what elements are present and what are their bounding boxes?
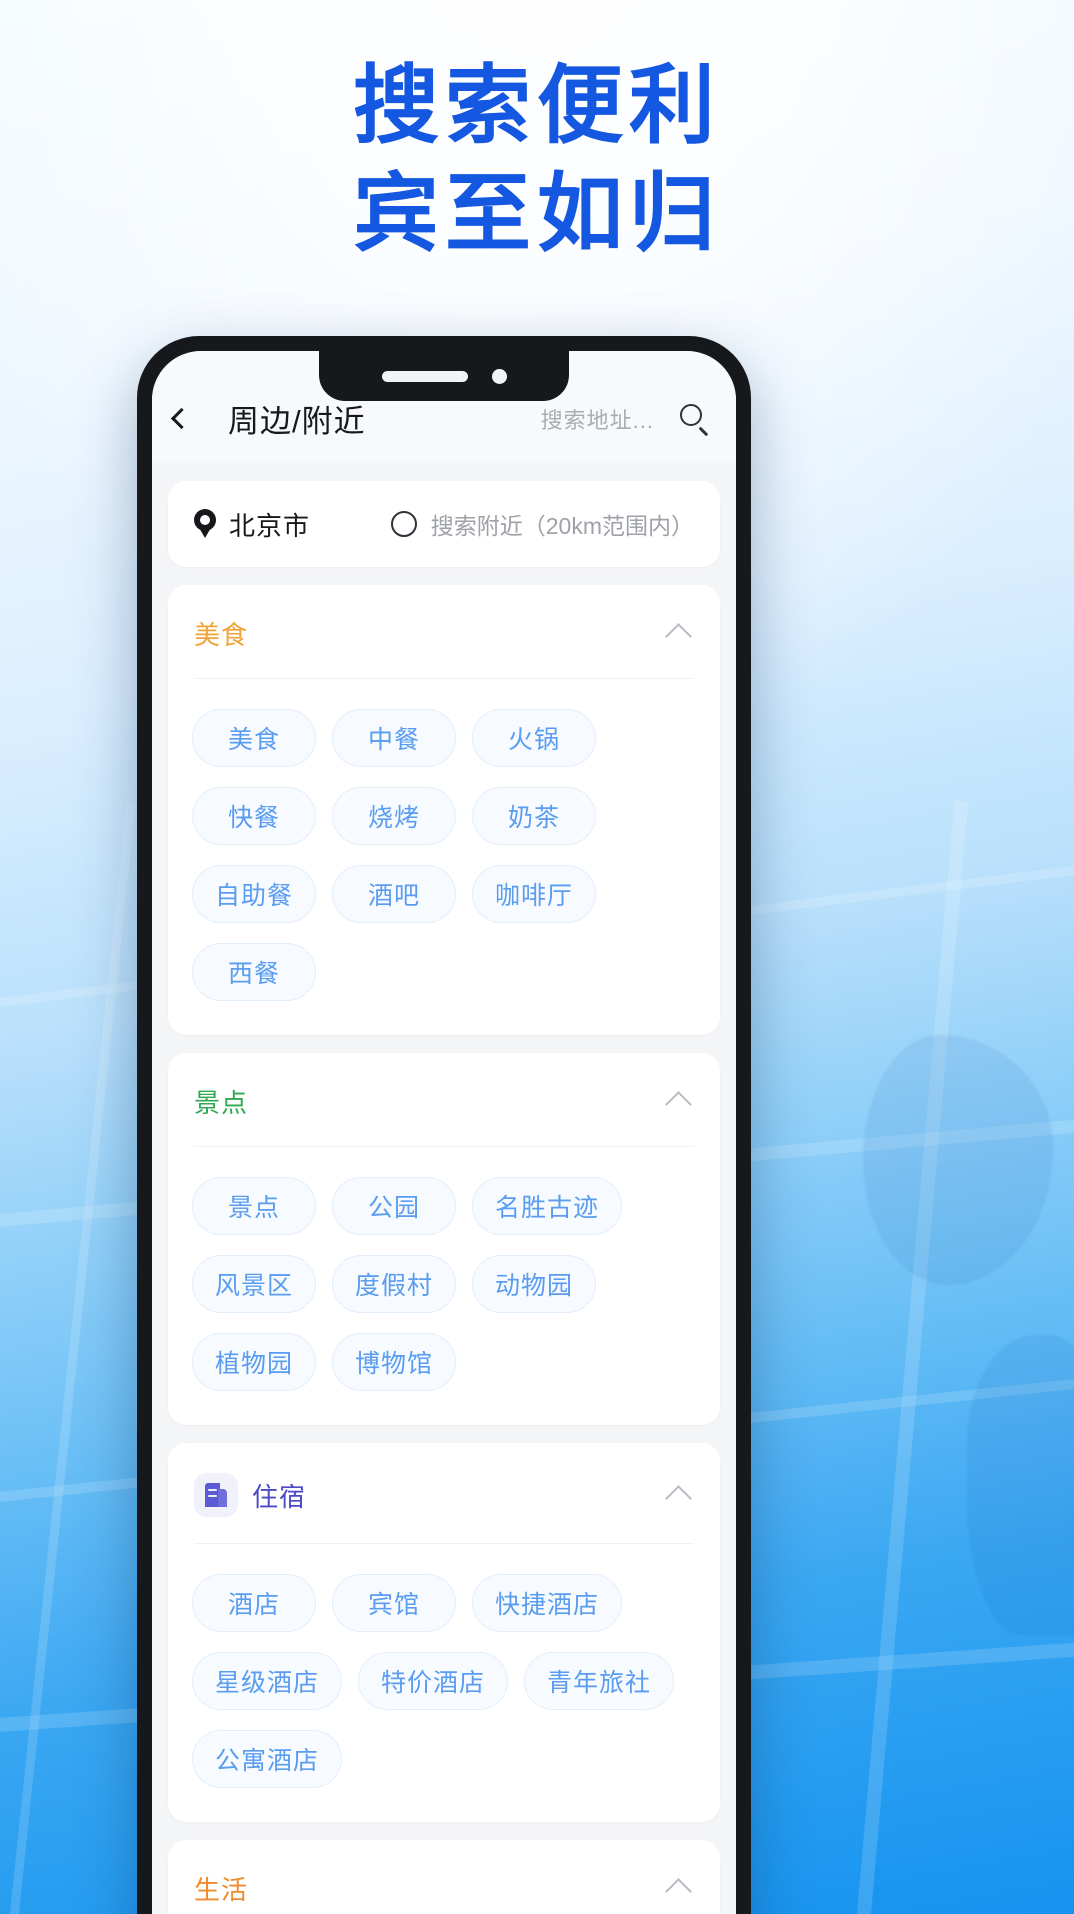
phone-screen: 周边/附近 搜索地址... 北京市 搜索附近（20km范围内） 美食 美食 中餐… — [152, 351, 736, 1914]
category-tag[interactable]: 公寓酒店 — [192, 1730, 343, 1788]
phone-notch — [319, 351, 569, 401]
search-input[interactable]: 搜索地址... — [541, 403, 654, 435]
category-header[interactable]: 美食 — [168, 585, 720, 678]
category-tag[interactable]: 青年旅社 — [524, 1652, 675, 1710]
category-tag[interactable]: 博物馆 — [332, 1333, 457, 1391]
search-icon[interactable] — [680, 403, 710, 436]
category-title: 景点 — [194, 1088, 249, 1118]
category-tag[interactable]: 酒吧 — [332, 865, 457, 923]
chevron-up-icon[interactable] — [665, 1484, 692, 1512]
category-card: 景点 景点 公园 名胜古迹 风景区 度假村 动物园 植物园 博物馆 — [168, 1053, 720, 1425]
nearby-radio[interactable] — [390, 511, 417, 537]
category-tag[interactable]: 星级酒店 — [192, 1652, 343, 1710]
hotel-icon — [194, 1473, 238, 1517]
tag-list: 美食 中餐 火锅快餐 烧烤 奶茶自助餐 酒吧 咖啡厅西餐 — [168, 679, 720, 1035]
category-tag[interactable]: 快捷酒店 — [472, 1574, 623, 1632]
chevron-left-icon — [170, 407, 193, 430]
category-tag[interactable]: 酒店 — [192, 1574, 316, 1632]
headline-line-2: 宾至如归 — [353, 166, 721, 263]
category-card: 住宿酒店 宾馆 快捷酒店星级酒店 特价酒店 青年旅社公寓酒店 — [168, 1443, 720, 1822]
category-tag[interactable]: 中餐 — [332, 709, 456, 767]
category-title: 生活 — [194, 1875, 249, 1905]
category-tag[interactable]: 度假村 — [332, 1255, 457, 1313]
phone-mockup: 周边/附近 搜索地址... 北京市 搜索附近（20km范围内） 美食 美食 中餐… — [137, 336, 751, 1914]
category-card: 生活 — [168, 1840, 720, 1914]
chevron-up-icon[interactable] — [665, 1878, 692, 1905]
category-tag[interactable]: 奶茶 — [472, 787, 596, 845]
category-sections: 美食 美食 中餐 火锅 快餐 烧烤 奶茶 自助餐 酒吧 咖啡厅 西餐 景点 景点 公园 名胜古迹 风景区 度假村… — [168, 585, 720, 1914]
category-tag[interactable]: 风景区 — [192, 1255, 317, 1313]
category-tag[interactable]: 美食 — [192, 709, 316, 767]
category-tag[interactable]: 咖啡厅 — [472, 865, 597, 923]
category-tag[interactable]: 烧烤 — [332, 787, 456, 845]
nearby-label[interactable]: 搜索附近（20km范围内） — [431, 507, 694, 541]
category-header[interactable]: 生活 — [168, 1840, 720, 1914]
category-tag[interactable]: 动物园 — [472, 1255, 597, 1313]
headline-line-1: 搜索便利 — [353, 58, 721, 154]
category-tag[interactable]: 景点 — [192, 1177, 316, 1235]
category-header[interactable]: 住宿 — [168, 1443, 720, 1543]
category-tag[interactable]: 西餐 — [192, 943, 316, 1001]
front-camera-icon — [491, 368, 507, 384]
category-tag[interactable]: 植物园 — [192, 1333, 317, 1391]
category-tag[interactable]: 自助餐 — [192, 865, 317, 923]
category-tag[interactable]: 快餐 — [192, 787, 316, 845]
category-tag[interactable]: 宾馆 — [332, 1574, 456, 1632]
location-card: 北京市 搜索附近（20km范围内） — [168, 481, 720, 567]
chevron-up-icon[interactable] — [665, 1091, 692, 1118]
category-title: 住宿 — [252, 1481, 307, 1512]
back-button[interactable] — [170, 397, 214, 441]
city-label[interactable]: 北京市 — [229, 506, 310, 543]
category-tag[interactable]: 名胜古迹 — [472, 1177, 623, 1235]
category-tag[interactable]: 特价酒店 — [358, 1652, 509, 1710]
category-header[interactable]: 景点 — [168, 1053, 720, 1146]
map-pin-icon — [194, 509, 216, 539]
tag-list: 景点 公园 名胜古迹风景区 度假村 动物园植物园 博物馆 — [168, 1147, 720, 1425]
app-content[interactable]: 北京市 搜索附近（20km范围内） 美食 美食 中餐 火锅 快餐 烧烤 奶茶 自助餐 酒吧 咖啡厅… — [152, 463, 736, 1914]
category-title: 美食 — [194, 620, 249, 650]
tag-list: 酒店 宾馆 快捷酒店星级酒店 特价酒店 青年旅社公寓酒店 — [168, 1544, 720, 1822]
headline: 搜索便利 宾至如归 — [0, 52, 1074, 269]
speaker-grill-icon — [381, 370, 468, 382]
category-tag[interactable]: 公园 — [332, 1177, 456, 1235]
category-tag[interactable]: 火锅 — [472, 709, 596, 767]
category-card: 美食 美食 中餐 火锅 快餐 烧烤 奶茶 自助餐 酒吧 咖啡厅 西餐 — [168, 585, 720, 1035]
chevron-up-icon[interactable] — [665, 623, 692, 650]
page-title: 周边/附近 — [228, 404, 366, 439]
